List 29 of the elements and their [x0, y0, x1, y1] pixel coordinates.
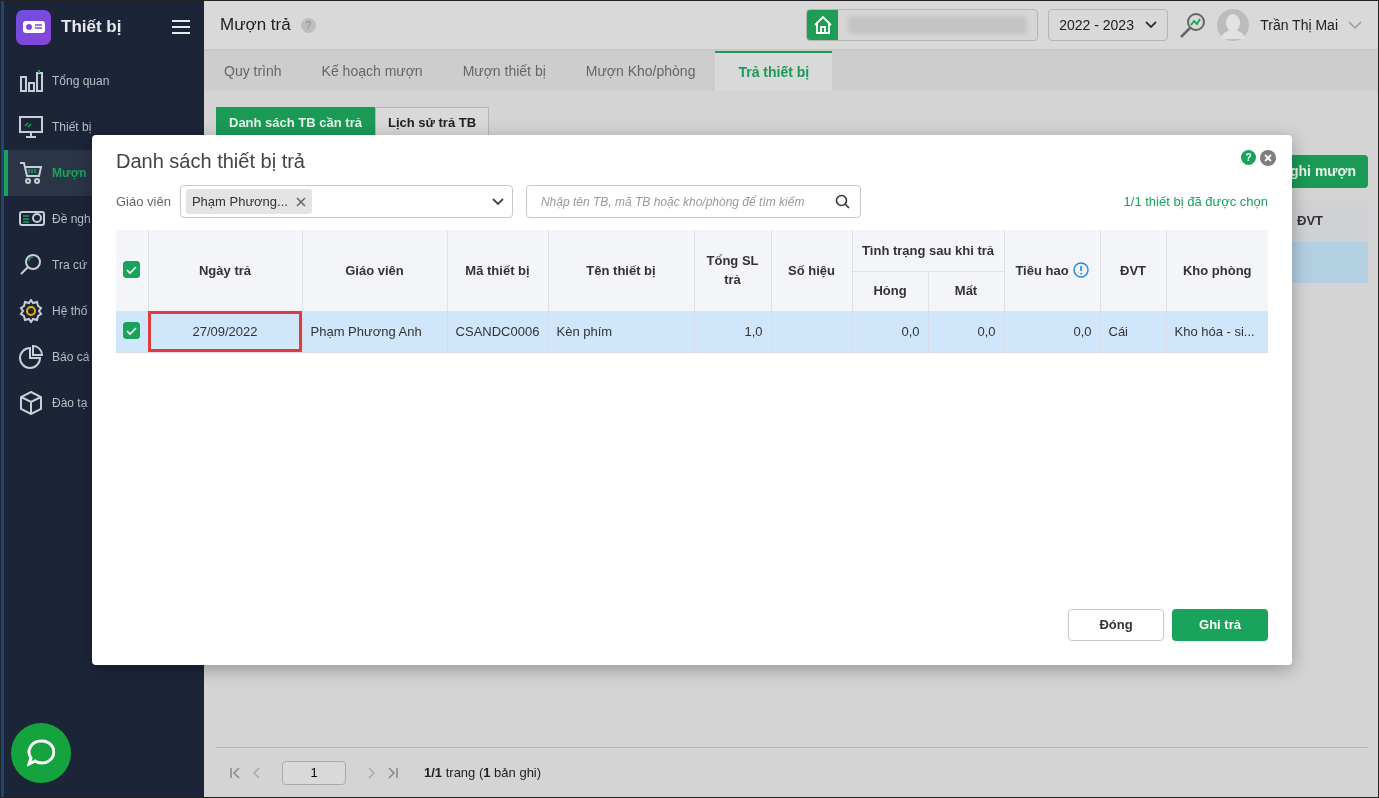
page-summary: 1/1 trang (1 bản ghi): [424, 763, 542, 782]
table-cell: 1,0: [694, 311, 771, 352]
table-cell: 27/09/2022: [148, 311, 302, 352]
column-header: Mã thiết bị: [447, 230, 548, 311]
table-cell: Kèn phím: [548, 311, 694, 352]
column-group-header: Tình trạng sau khi trả: [852, 230, 1004, 271]
dialog-title: Danh sách thiết bị trả: [116, 149, 305, 173]
column-header: Mất: [928, 271, 1004, 311]
table-cell: Phạm Phương Anh: [302, 311, 447, 352]
selection-count: 1/1 thiết bị đã được chọn: [1123, 192, 1268, 211]
table-cell: 0,0: [928, 311, 1004, 352]
column-header: Tên thiết bị: [548, 230, 694, 311]
app-title: Thiết bị: [61, 16, 123, 39]
column-header: Tổng SL trả: [694, 230, 771, 311]
column-header: Giáo viên: [302, 230, 447, 311]
column-header: ĐVT: [1100, 230, 1166, 311]
page-title: Mượn trả: [220, 14, 291, 37]
column-label: Tiêu hao: [1015, 262, 1069, 278]
filter-label: Giáo viên: [116, 192, 171, 211]
table-cell: 0,0: [1004, 311, 1100, 352]
column-header: Kho phòng: [1166, 230, 1268, 311]
column-header: Ngày trả: [148, 230, 302, 311]
column-header: ĐVT: [1297, 212, 1323, 231]
table-cell: Kho hóa - si...: [1166, 311, 1268, 352]
table-cell: 0,0: [852, 311, 928, 352]
column-header: Hỏng: [852, 271, 928, 311]
column-header: Số hiệu: [771, 230, 852, 311]
table-cell: Cái: [1100, 311, 1166, 352]
table-cell: CSANDC0006: [447, 311, 548, 352]
